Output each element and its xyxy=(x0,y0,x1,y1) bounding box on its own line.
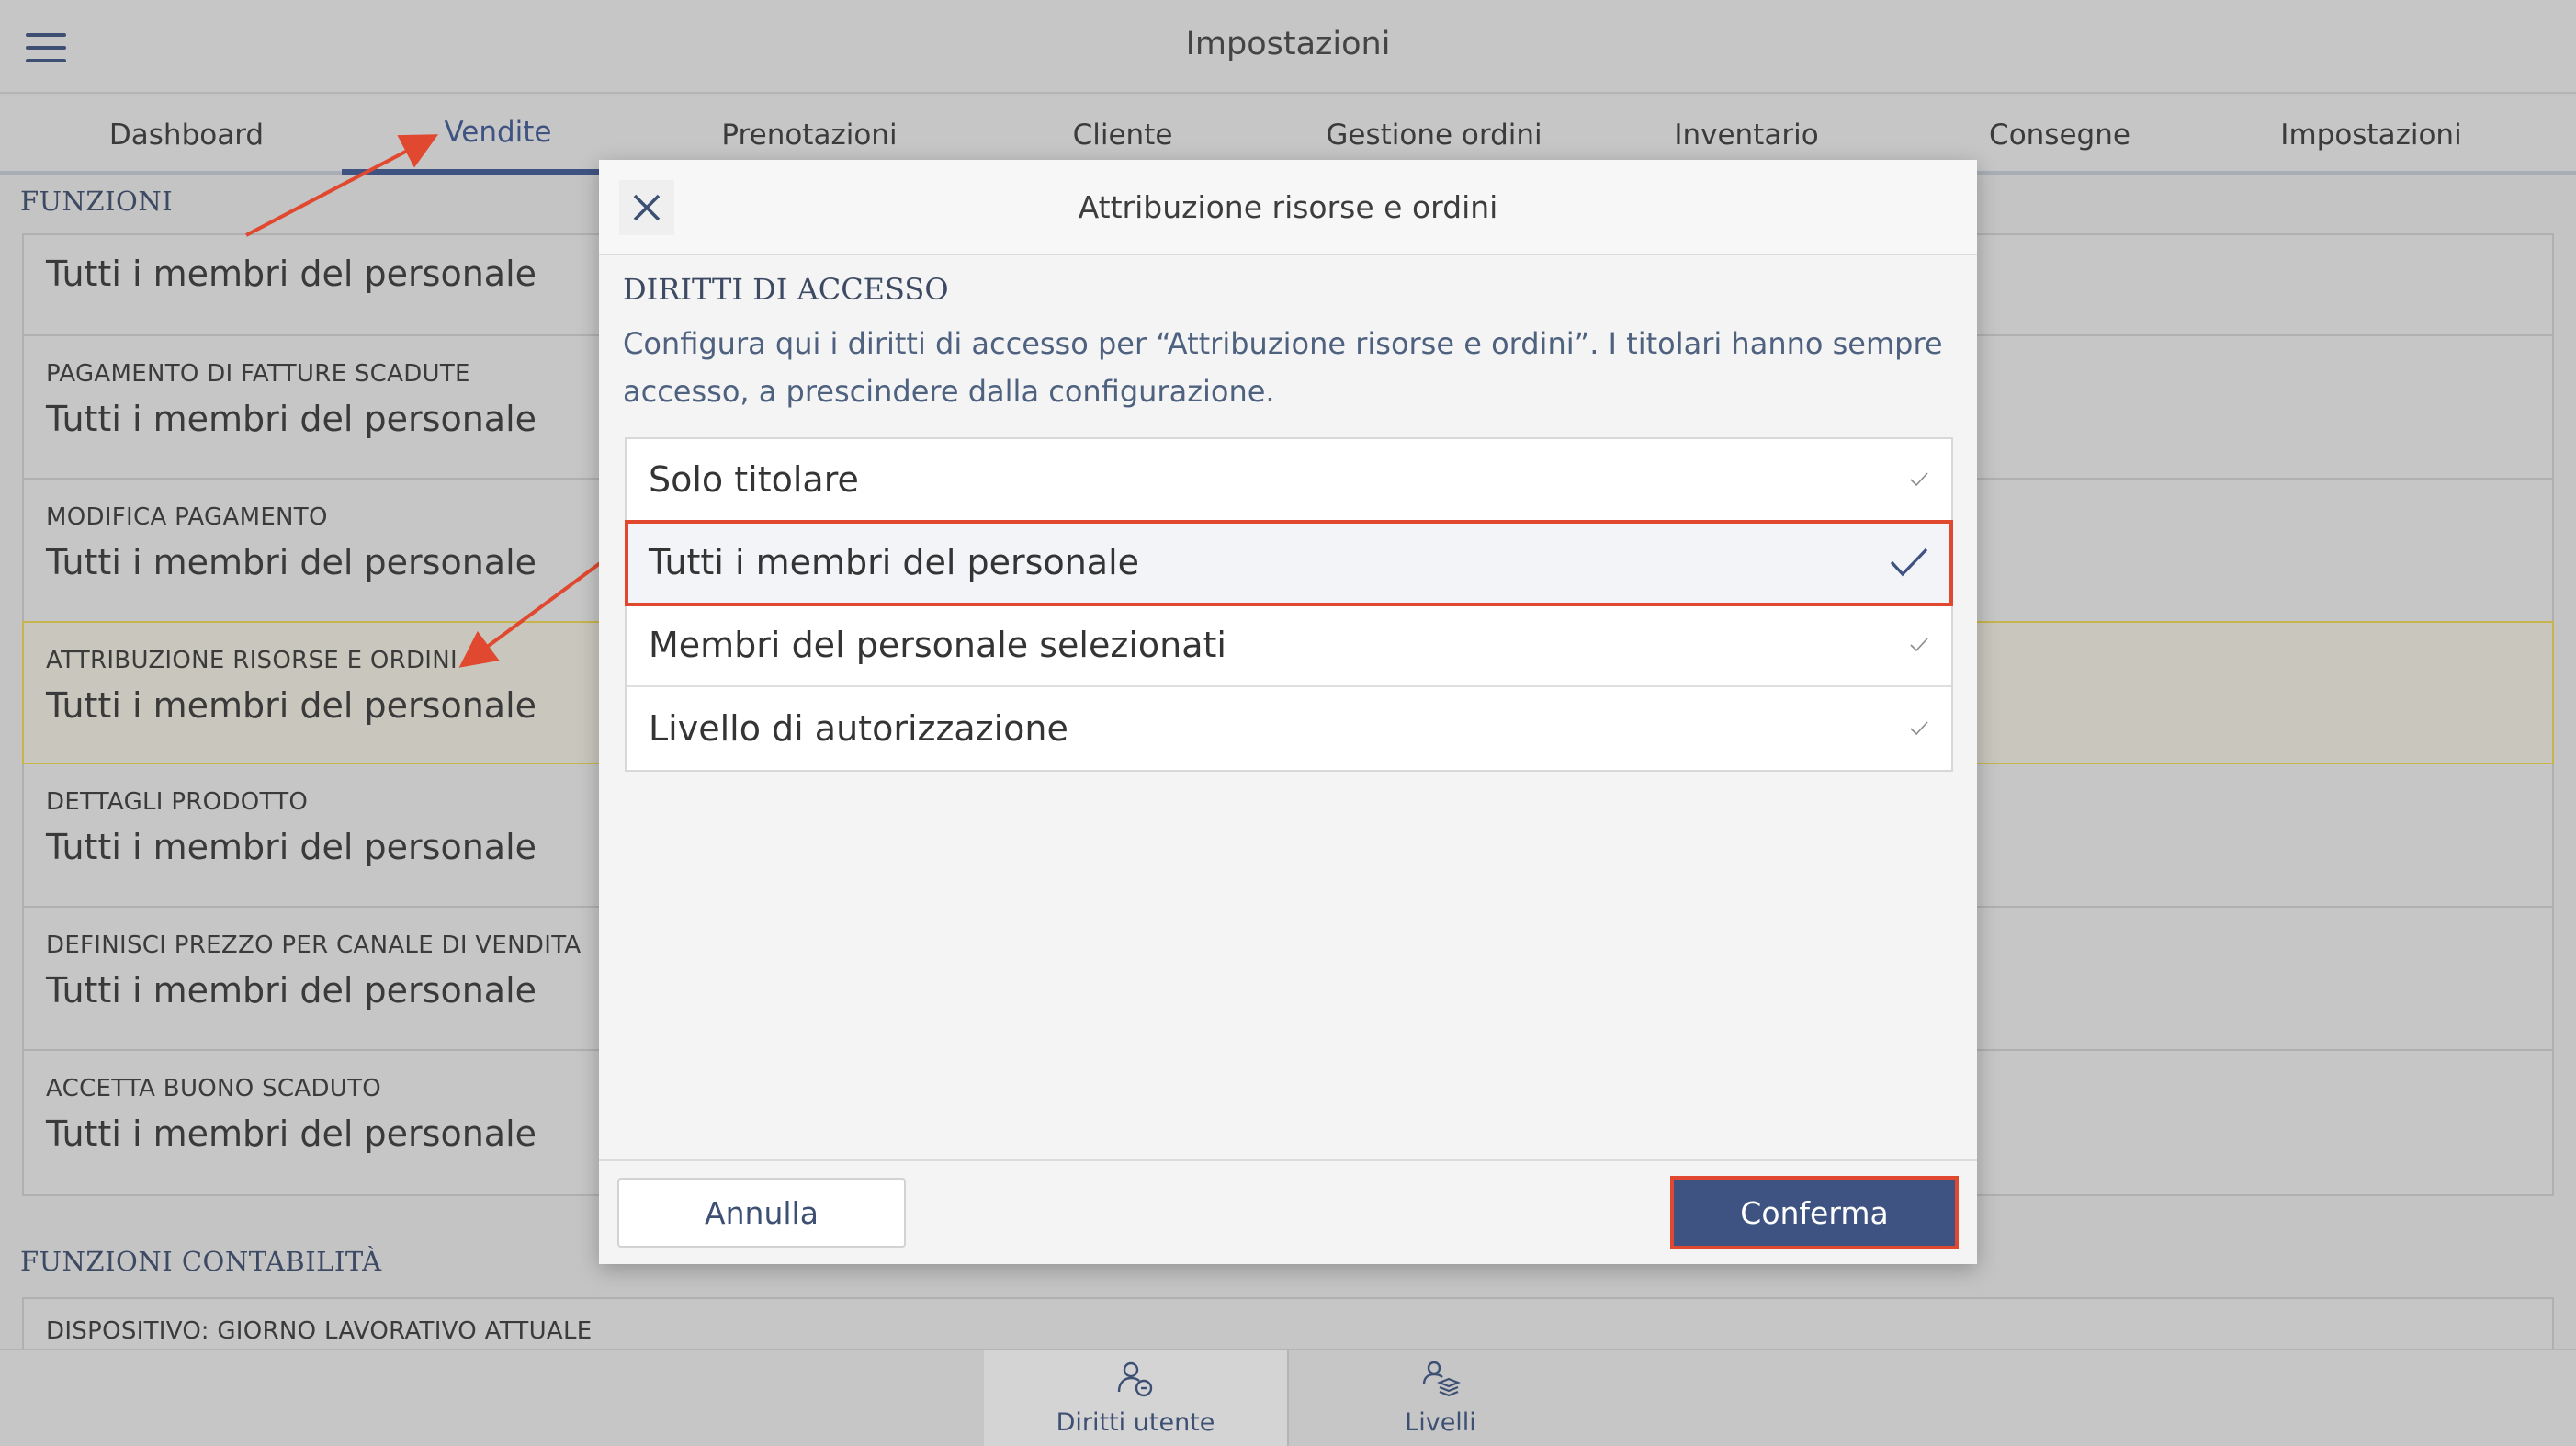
dialog-footer: Annulla Conferma xyxy=(599,1159,1977,1264)
access-rights-description: Configura qui i diritti di accesso per “… xyxy=(623,326,1943,409)
dialog-header: Attribuzione risorse e ordini xyxy=(599,160,1977,255)
bottom-tab-livelli[interactable]: Livelli xyxy=(1289,1350,1592,1446)
bottom-tab-label: Diritti utente xyxy=(1056,1408,1215,1437)
access-options-list: Solo titolare Tutti i membri del persona… xyxy=(625,437,1953,772)
confirm-button[interactable]: Conferma xyxy=(1670,1176,1959,1249)
option-tutti-i-membri[interactable]: Tutti i membri del personale xyxy=(625,520,1953,606)
option-label: Solo titolare xyxy=(649,459,859,500)
access-rights-dialog: Attribuzione risorse e ordini DIRITTI DI… xyxy=(599,160,1977,1264)
option-label: Membri del personale selezionati xyxy=(649,625,1226,665)
dialog-body: DIRITTI DI ACCESSO Configura qui i dirit… xyxy=(623,272,1953,415)
top-bar: Impostazioni xyxy=(0,0,2576,94)
section-heading-contabilita: FUNZIONI CONTABILITÀ xyxy=(20,1246,382,1277)
option-label: Livello di autorizzazione xyxy=(649,708,1068,749)
option-solo-titolare[interactable]: Solo titolare xyxy=(627,439,1951,522)
cancel-button[interactable]: Annulla xyxy=(617,1178,906,1248)
check-icon xyxy=(1910,638,1928,652)
option-livello-autorizzazione[interactable]: Livello di autorizzazione xyxy=(627,687,1951,770)
option-membri-selezionati[interactable]: Membri del personale selezionati xyxy=(627,604,1951,687)
tab-impostazioni[interactable]: Impostazioni xyxy=(2215,96,2527,175)
dialog-title: Attribuzione risorse e ordini xyxy=(1078,189,1498,225)
check-icon xyxy=(1910,472,1928,487)
access-rights-heading: DIRITTI DI ACCESSO xyxy=(623,272,949,307)
levels-icon xyxy=(1422,1361,1461,1397)
bottom-tab-diritti-utente[interactable]: Diritti utente xyxy=(984,1350,1287,1446)
list-item-label: DISPOSITIVO: GIORNO LAVORATIVO ATTUALE xyxy=(46,1317,593,1345)
option-label: Tutti i membri del personale xyxy=(649,542,1140,582)
check-icon xyxy=(1910,721,1928,736)
bottom-bar: Diritti utente Livelli xyxy=(0,1349,2576,1446)
user-key-icon xyxy=(1117,1361,1153,1397)
check-icon xyxy=(1890,548,1928,577)
page-title: Impostazioni xyxy=(1185,26,1391,62)
section-heading-funzioni: FUNZIONI xyxy=(20,186,174,217)
bottom-tab-label: Livelli xyxy=(1405,1408,1476,1437)
tab-dashboard[interactable]: Dashboard xyxy=(30,96,343,175)
